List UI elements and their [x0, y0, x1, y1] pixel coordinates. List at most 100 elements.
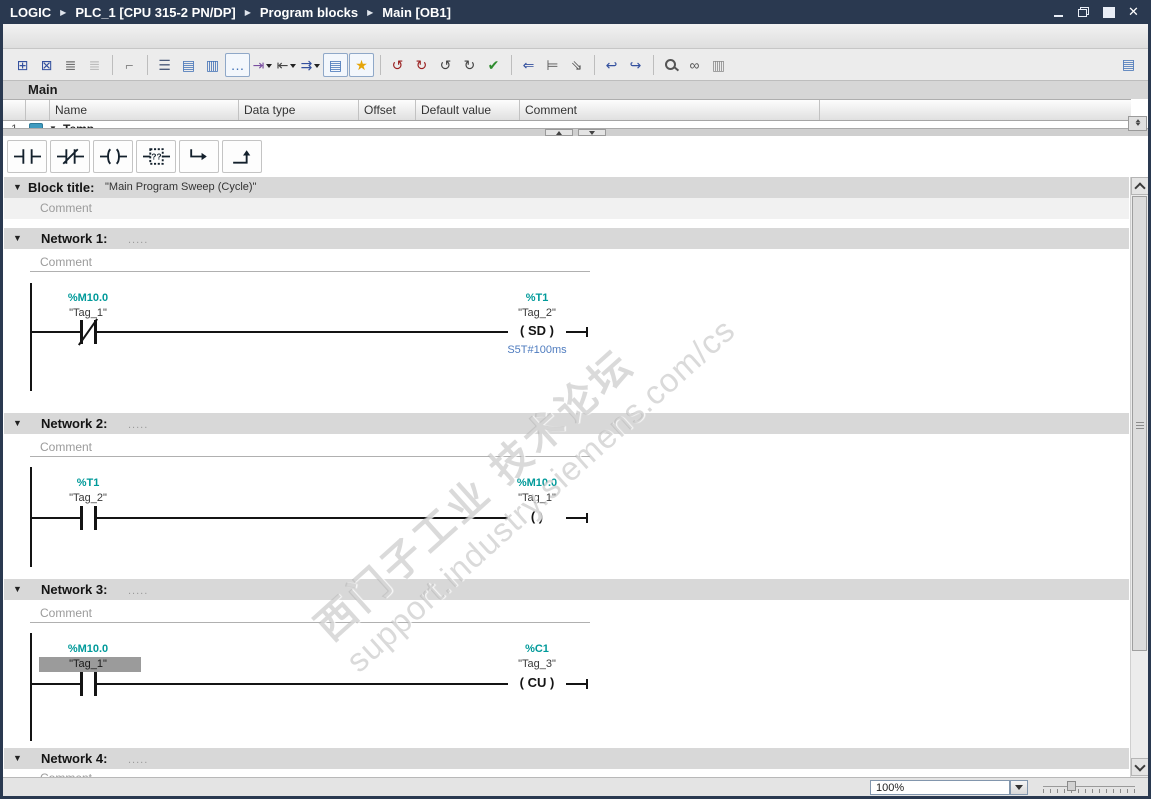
expanded-mode-icon[interactable]: ▤ — [323, 52, 348, 77]
insert-row-icon[interactable]: ≣ — [59, 54, 82, 76]
network-3-header[interactable]: ▼ Network 3: ..... — [4, 579, 1129, 600]
operand-tag[interactable]: "Tag_2" — [28, 492, 148, 504]
collapse-triangle-icon[interactable]: ▼ — [13, 753, 22, 763]
block-title-value[interactable]: "Main Program Sweep (Cycle)" — [105, 181, 256, 193]
collapse-triangle-icon[interactable]: ▼ — [13, 182, 22, 192]
cu-coil[interactable]: ( CU ) — [508, 675, 566, 691]
minimize-button[interactable] — [1049, 4, 1068, 20]
operand-tag[interactable]: "Tag_3" — [477, 658, 597, 670]
output-coil[interactable]: ( ) — [508, 509, 566, 525]
assignment-list-icon[interactable]: ⊨ — [541, 54, 564, 76]
sd-coil[interactable]: ( SD ) — [508, 323, 566, 339]
reset-start-values-icon[interactable]: ⌐ — [118, 54, 141, 76]
breadcrumb-item-plc[interactable]: PLC_1 [CPU 315-2 PN/DP] — [75, 5, 235, 20]
network-4-header[interactable]: ▼ Network 4: ..... — [4, 748, 1129, 769]
breadcrumb-item-main-ob1[interactable]: Main [OB1] — [382, 5, 451, 20]
header-offset[interactable]: Offset — [358, 100, 415, 120]
update-block-call-icon[interactable]: ↺ — [434, 54, 457, 76]
splitter-collapse-button[interactable] — [545, 129, 573, 136]
network-1-title-placeholder[interactable]: ..... — [128, 234, 148, 246]
call-structure-icon[interactable]: ⇐ — [517, 54, 540, 76]
operand-tag[interactable]: "Tag_1" — [28, 307, 148, 319]
splitter-expand-button[interactable] — [578, 129, 606, 136]
collapse-triangle-icon[interactable]: ▼ — [13, 418, 22, 428]
go-to-next-error-icon[interactable]: ↻ — [410, 54, 433, 76]
close-button[interactable]: ✕ — [1124, 4, 1143, 20]
interface-table-row-clipped[interactable]: 1 ▼ Temp — [3, 121, 1131, 128]
operand-address[interactable]: %T1 — [477, 292, 597, 304]
sync-block-icon[interactable]: ↻ — [458, 54, 481, 76]
network-2-comment-placeholder[interactable]: Comment — [40, 440, 92, 454]
nc-contact-tag1[interactable] — [78, 318, 98, 346]
data-block-icon[interactable]: ▥ — [707, 54, 730, 76]
maximize-button[interactable] — [1099, 4, 1118, 20]
network-3-comment-placeholder[interactable]: Comment — [40, 606, 92, 620]
insert-nc-contact-button[interactable] — [50, 140, 90, 173]
operand-address[interactable]: %T1 — [28, 477, 148, 489]
no-contact-tag2[interactable] — [80, 506, 97, 530]
restore-button[interactable] — [1074, 4, 1093, 20]
absolute-operands-icon[interactable]: ☰ — [153, 54, 176, 76]
block-comment-placeholder[interactable]: Comment — [40, 201, 92, 215]
call-environment-icon[interactable]: ⇘ — [565, 54, 588, 76]
favorites-star-icon[interactable]: ★ — [349, 52, 374, 77]
scroll-up-button[interactable] — [1131, 177, 1149, 195]
operand-address[interactable]: %M10.0 — [477, 477, 597, 489]
open-branch-button[interactable] — [179, 140, 219, 173]
zoom-level-combo[interactable]: 100% — [870, 780, 1010, 795]
operand-tag-selected[interactable]: "Tag_1" — [28, 658, 148, 670]
breadcrumb-item-project[interactable]: LOGIC — [10, 5, 51, 20]
collapse-triangle-icon[interactable]: ▼ — [13, 584, 22, 594]
breadcrumb-item-program-blocks[interactable]: Program blocks — [260, 5, 358, 20]
zoom-slider[interactable] — [1043, 780, 1135, 795]
go-to-next-error-icon-glyph: ↻ — [415, 56, 428, 73]
header-name[interactable]: Name — [49, 100, 238, 120]
insert-no-contact-button[interactable] — [7, 140, 47, 173]
insert-block-mid-icon[interactable]: ⇤ — [275, 54, 298, 76]
operand-address[interactable]: %C1 — [477, 643, 597, 655]
header-comment[interactable]: Comment — [519, 100, 819, 120]
zoom-dropdown-button[interactable] — [1010, 780, 1028, 795]
slider-thumb[interactable] — [1067, 781, 1076, 791]
go-to-previous-error-icon[interactable]: ↺ — [386, 54, 409, 76]
next-point-of-use-icon[interactable]: ↪ — [624, 54, 647, 76]
network-3-title-placeholder[interactable]: ..... — [128, 585, 148, 597]
network-2-header[interactable]: ▼ Network 2: ..... — [4, 413, 1129, 434]
editor-layout-icon[interactable]: ▤ — [1117, 53, 1140, 75]
delete-row-icon[interactable]: ≣ — [83, 54, 106, 76]
insert-coil-button[interactable] — [93, 140, 133, 173]
insert-network-icon[interactable]: ⊞ — [11, 54, 34, 76]
operand-tag[interactable]: "Tag_1" — [477, 492, 597, 504]
free-comment-icon[interactable]: … — [225, 52, 250, 77]
delete-network-icon[interactable]: ⊠ — [35, 54, 58, 76]
operand-tag[interactable]: "Tag_2" — [477, 307, 597, 319]
timer-duration-value[interactable]: S5T#100ms — [477, 344, 597, 356]
compile-icon[interactable]: ✔ — [482, 54, 505, 76]
network-4-title-placeholder[interactable]: ..... — [128, 754, 148, 766]
table-split-buttons[interactable] — [1128, 116, 1147, 131]
block-title-row[interactable]: ▼ Block title: "Main Program Sweep (Cycl… — [4, 177, 1129, 198]
network-comments-icon[interactable]: ▤ — [177, 54, 200, 76]
collapse-triangle-icon[interactable]: ▼ — [13, 233, 22, 243]
scrollbar-thumb[interactable] — [1132, 196, 1147, 651]
scroll-down-button[interactable] — [1131, 758, 1149, 776]
editor-vertical-scrollbar[interactable] — [1130, 177, 1149, 777]
insert-block-left-icon[interactable]: ⇥ — [251, 54, 274, 76]
network-1-header[interactable]: ▼ Network 1: ..... — [4, 228, 1129, 249]
no-contact-tag1[interactable] — [80, 672, 97, 696]
insert-empty-box-button[interactable]: ?? — [136, 140, 176, 173]
network-1-comment-placeholder[interactable]: Comment — [40, 255, 92, 269]
network-2-title-placeholder[interactable]: ..... — [128, 419, 148, 431]
operand-address[interactable]: %M10.0 — [28, 292, 148, 304]
close-branch-button[interactable] — [222, 140, 262, 173]
operand-address[interactable]: %M10.0 — [28, 643, 148, 655]
favorites-pane-icon[interactable]: ▥ — [201, 54, 224, 76]
insert-block-left-icon-glyph: ⇥ — [252, 56, 265, 73]
insert-block-right-icon[interactable]: ⇉ — [299, 54, 322, 76]
previous-point-of-use-icon[interactable]: ↩ — [600, 54, 623, 76]
table-editor-splitter[interactable] — [3, 128, 1148, 136]
spectacles-monitor-icon[interactable]: ∞ — [683, 54, 706, 76]
header-data-type[interactable]: Data type — [238, 100, 358, 120]
header-default-value[interactable]: Default value — [415, 100, 519, 120]
search-icon[interactable] — [659, 54, 682, 76]
